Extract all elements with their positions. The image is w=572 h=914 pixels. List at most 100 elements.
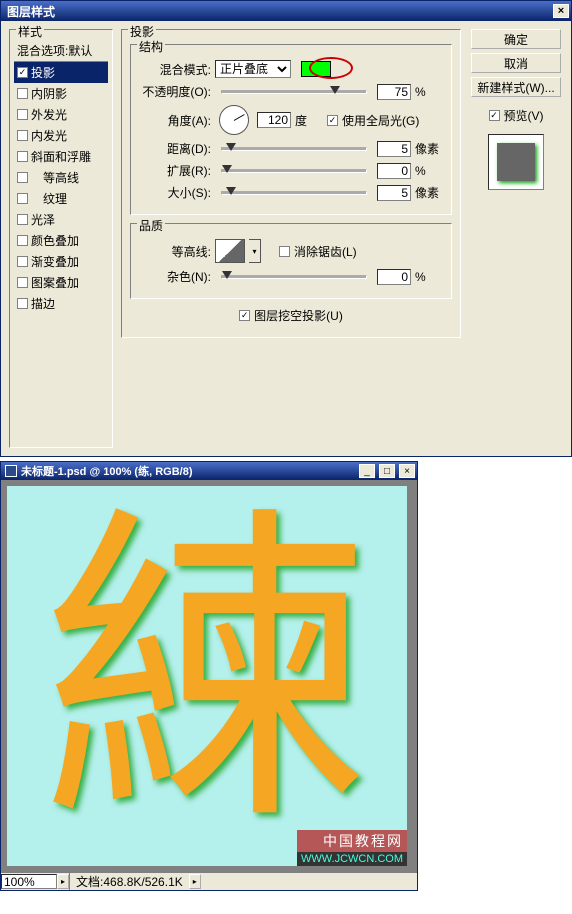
distance-slider[interactable] [221,147,367,151]
canvas-area: 練 中国教程网 WWW.JCWCN.COM [1,480,417,872]
style-label: 内阴影 [31,85,67,102]
style-row[interactable]: 投影 [14,62,108,83]
watermark: 中国教程网 WWW.JCWCN.COM [297,830,407,866]
dialog-titlebar[interactable]: 图层样式 × [1,1,571,21]
distance-unit: 像素 [415,140,443,157]
document-window: 未标题-1.psd @ 100% (练, RGB/8) _ □ × 練 中国教程… [0,461,418,891]
knockout-checkbox[interactable] [239,310,250,321]
antialias-checkbox[interactable] [279,246,290,257]
dialog-right-column: 确定 取消 新建样式(W)... 预览(V) [469,29,563,448]
blend-mode-select[interactable]: 正片叠底 [215,60,291,78]
style-checkbox[interactable] [17,214,28,225]
style-row[interactable]: 颜色叠加 [14,230,108,251]
style-checkbox[interactable] [17,109,28,120]
style-row[interactable]: 外发光 [14,104,108,125]
preview-swatch [497,143,535,181]
size-slider[interactable] [221,191,367,195]
settings-panel: 投影 结构 混合模式: 正片叠底 不透明度(O): % [121,29,461,448]
text-layer-glyph: 練 [42,511,372,841]
style-label: 颜色叠加 [31,232,79,249]
structure-fieldset: 结构 混合模式: 正片叠底 不透明度(O): % 角度(A) [130,44,452,215]
size-unit: 像素 [415,184,443,201]
opacity-input[interactable] [377,84,411,100]
document-title: 未标题-1.psd @ 100% (练, RGB/8) [21,463,355,479]
noise-input[interactable] [377,269,411,285]
style-checkbox[interactable] [17,172,28,183]
status-bar: 100% ▸ 文档:468.8K/526.1K ▸ [1,872,417,890]
style-label: 描边 [31,295,55,312]
size-label: 大小(S): [139,184,211,201]
canvas[interactable]: 練 中国教程网 WWW.JCWCN.COM [7,486,407,866]
angle-label: 角度(A): [139,112,211,129]
cancel-button[interactable]: 取消 [471,53,561,73]
styles-legend: 样式 [16,23,44,40]
knockout-label: 图层挖空投影(U) [254,307,343,324]
preview-label: 预览(V) [504,107,544,124]
style-row[interactable]: 内阴影 [14,83,108,104]
preview-box [488,134,544,190]
quality-fieldset: 品质 等高线: ▾ 消除锯齿(L) 杂色(N): % [130,223,452,299]
style-row[interactable]: 内发光 [14,125,108,146]
doc-info-dropdown-icon[interactable]: ▸ [189,874,201,889]
style-label: 渐变叠加 [31,253,79,270]
document-titlebar[interactable]: 未标题-1.psd @ 100% (练, RGB/8) _ □ × [1,462,417,480]
app-icon [5,465,17,477]
global-light-checkbox[interactable] [327,115,338,126]
style-row[interactable]: 等高线 [14,167,108,188]
style-row[interactable]: 图案叠加 [14,272,108,293]
spread-slider[interactable] [221,169,367,173]
zoom-dropdown-icon[interactable]: ▸ [57,874,69,889]
style-label: 等高线 [31,169,79,186]
style-checkbox[interactable] [17,298,28,309]
style-checkbox[interactable] [17,151,28,162]
shadow-color-swatch[interactable] [301,61,331,77]
minimize-icon[interactable]: _ [359,464,375,478]
preview-checkbox[interactable] [489,110,500,121]
size-input[interactable] [377,185,411,201]
structure-legend: 结构 [137,38,165,55]
contour-picker[interactable] [215,239,245,263]
style-checkbox[interactable] [17,235,28,246]
style-row[interactable]: 纹理 [14,188,108,209]
ok-button[interactable]: 确定 [471,29,561,49]
style-checkbox[interactable] [17,193,28,204]
noise-slider[interactable] [221,275,367,279]
style-label: 外发光 [31,106,67,123]
dialog-title: 图层样式 [7,3,553,20]
style-row[interactable]: 光泽 [14,209,108,230]
style-label: 投影 [31,64,55,81]
angle-input[interactable] [257,112,291,128]
contour-label: 等高线: [139,243,211,260]
style-checkbox[interactable] [17,130,28,141]
doc-info: 文档:468.8K/526.1K [69,873,189,890]
maximize-icon[interactable]: □ [379,464,395,478]
quality-legend: 品质 [137,217,165,234]
style-label: 光泽 [31,211,55,228]
style-row[interactable]: 渐变叠加 [14,251,108,272]
style-row[interactable]: 混合选项:默认 [14,40,108,62]
layer-style-dialog: 图层样式 × 样式 混合选项:默认投影内阴影外发光内发光斜面和浮雕等高线纹理光泽… [0,0,572,457]
style-checkbox[interactable] [17,88,28,99]
antialias-label: 消除锯齿(L) [294,243,357,260]
close-icon[interactable]: × [553,4,569,18]
contour-dropdown-icon[interactable]: ▾ [249,239,261,263]
style-label: 斜面和浮雕 [31,148,91,165]
close-icon[interactable]: × [399,464,415,478]
style-label: 图案叠加 [31,274,79,291]
distance-label: 距离(D): [139,140,211,157]
noise-label: 杂色(N): [139,268,211,285]
spread-unit: % [415,164,443,178]
style-checkbox[interactable] [17,277,28,288]
distance-input[interactable] [377,141,411,157]
opacity-slider[interactable] [221,90,367,94]
zoom-input[interactable]: 100% [1,874,57,889]
style-checkbox[interactable] [17,67,28,78]
style-row[interactable]: 斜面和浮雕 [14,146,108,167]
new-style-button[interactable]: 新建样式(W)... [471,77,561,97]
style-row[interactable]: 描边 [14,293,108,314]
style-checkbox[interactable] [17,256,28,267]
angle-unit: 度 [295,112,323,129]
angle-dial[interactable] [219,105,249,135]
spread-input[interactable] [377,163,411,179]
blend-mode-label: 混合模式: [139,61,211,78]
